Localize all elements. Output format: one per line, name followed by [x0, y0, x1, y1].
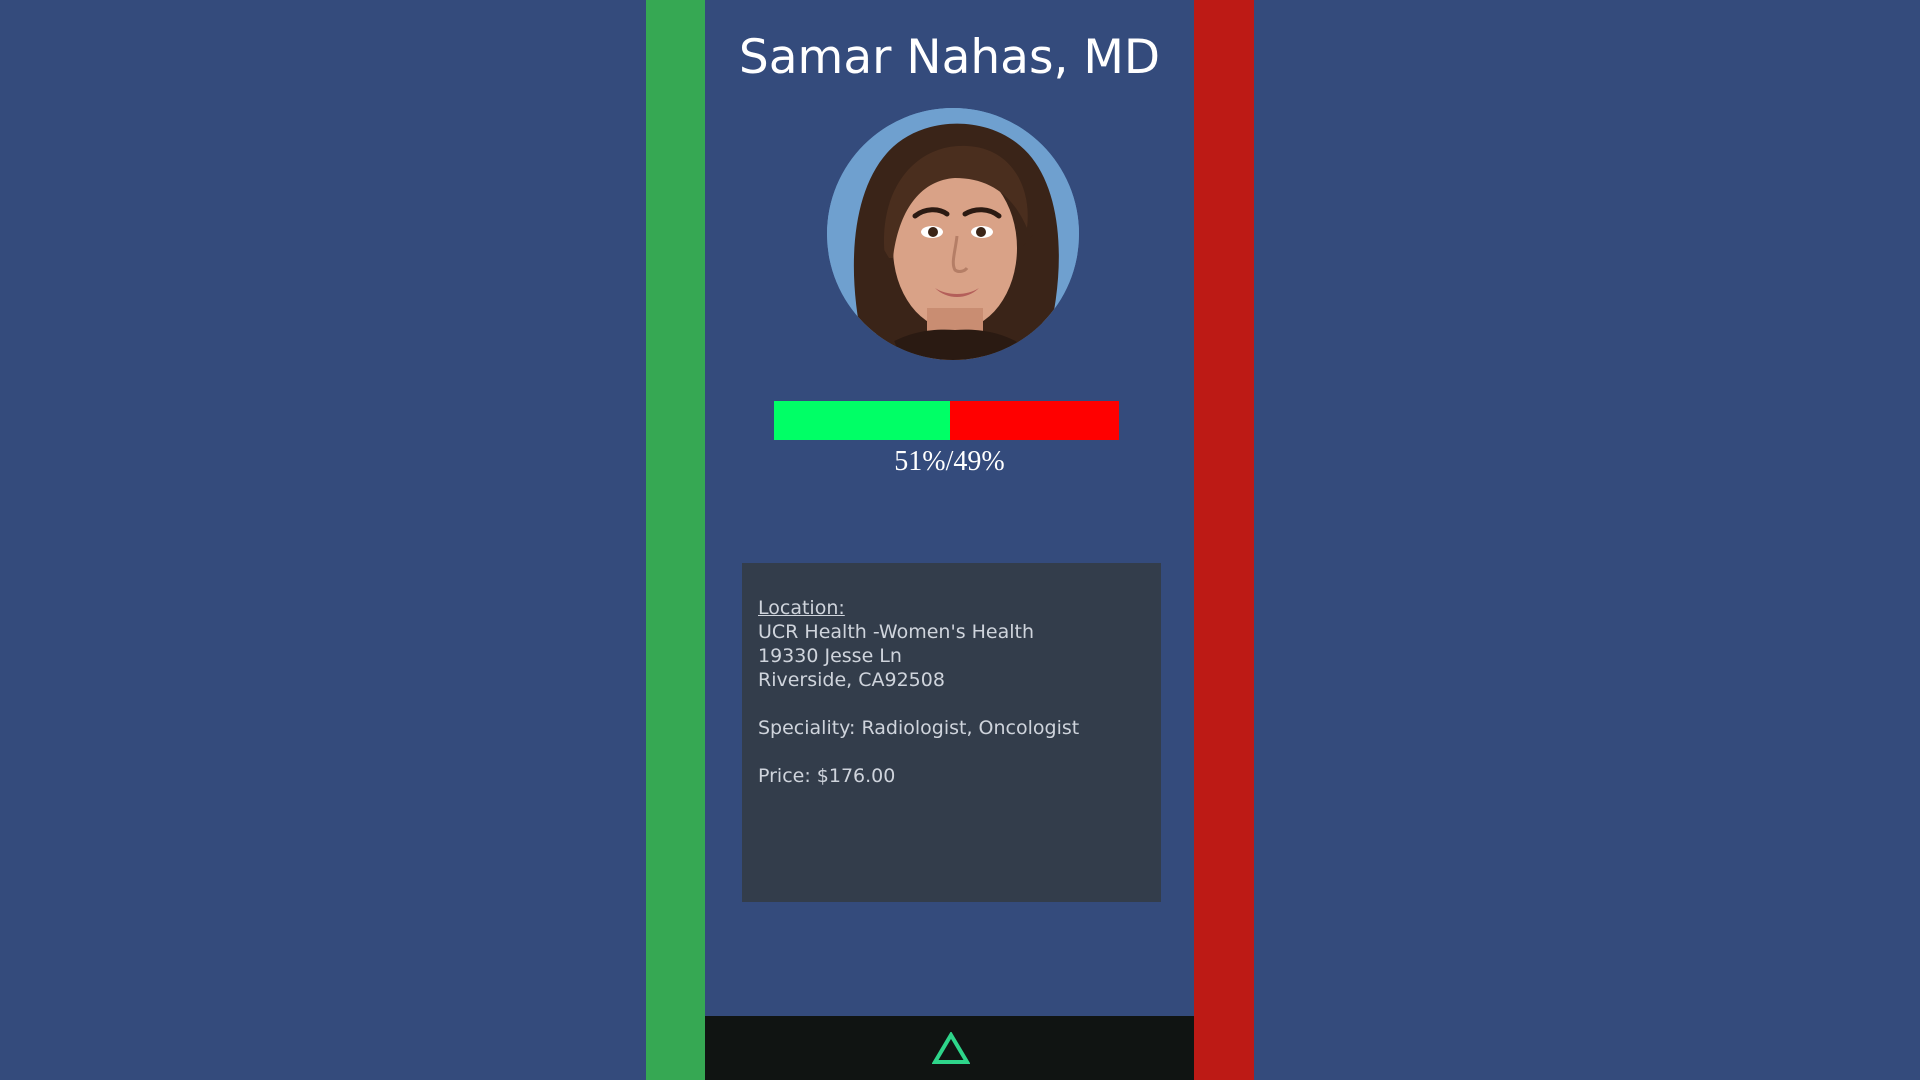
doctor-avatar	[827, 108, 1079, 360]
approval-bar-positive	[774, 401, 950, 440]
location-city: Riverside, CA92508	[758, 669, 945, 691]
doctor-name: Samar Nahas, MD	[738, 30, 1161, 85]
swipe-left-accept-zone[interactable]	[646, 0, 705, 1080]
approval-rating-label: 51%/49%	[894, 446, 1005, 477]
doctor-card: Samar Nahas, MD 51%/49% Location: UCR He…	[705, 0, 1194, 1080]
swipe-right-reject-zone[interactable]	[1194, 0, 1254, 1080]
doctor-price: Price: $176.00	[758, 765, 896, 787]
doctor-info-panel: Location: UCR Health -Women's Health 193…	[742, 563, 1161, 902]
doctor-specialty: Speciality: Radiologist, Oncologist	[758, 717, 1080, 739]
bottom-nav-bar	[705, 1016, 1194, 1080]
location-heading: Location:	[758, 597, 845, 619]
location-street: 19330 Jesse Ln	[758, 645, 902, 667]
approval-rating-bar	[774, 401, 1119, 440]
approval-bar-negative	[949, 401, 1119, 440]
location-name: UCR Health -Women's Health	[758, 621, 1035, 643]
doctor-photo	[827, 108, 1079, 360]
triangle-up-icon[interactable]	[931, 1031, 971, 1066]
